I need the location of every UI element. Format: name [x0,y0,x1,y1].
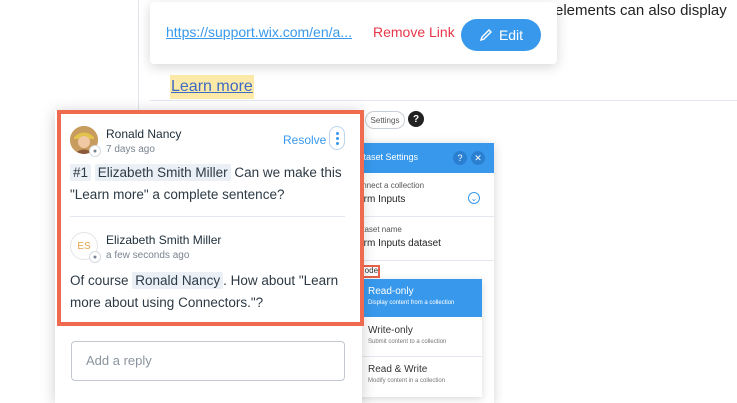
mode-description: Modify content in a collection [368,378,446,384]
link-url[interactable]: https://support.wix.com/en/a... [166,24,362,40]
mode-dropdown: Read-only Display content from a collect… [353,279,482,397]
help-icon: ? [408,111,424,127]
document-text: elements can also display [555,2,727,19]
mode-option-read-only: Read-only Display content from a collect… [353,279,482,317]
mode-name: Read-only [368,286,414,297]
help-icon: ? [453,151,467,165]
mode-description: Submit content to a collection [368,339,447,345]
highlight-frame [57,110,364,326]
link-popover: https://support.wix.com/en/a... Remove L… [150,2,557,64]
mode-name: Write-only [368,325,413,336]
mode-option-read-write: Read & Write Modify content in a collect… [353,357,482,395]
mode-name: Read & Write [368,364,428,375]
edit-label: Edit [498,27,524,43]
mode-option-write-only: Write-only Submit content to a collectio… [353,318,482,356]
reply-input[interactable]: Add a reply [71,341,345,381]
dataset-name-value: Form Inputs dataset [352,238,441,249]
close-icon: ✕ [471,151,485,165]
pencil-icon [479,29,492,42]
edit-link-button[interactable]: Edit [461,19,541,51]
settings-chip: Settings [365,111,405,129]
mode-description: Display content from a collection [368,300,455,306]
document-divider [150,100,737,101]
chevron-down-icon: ⌄ [468,192,480,204]
learn-more-link[interactable]: Learn more [170,75,254,99]
remove-link-button[interactable]: Remove Link [373,24,455,40]
